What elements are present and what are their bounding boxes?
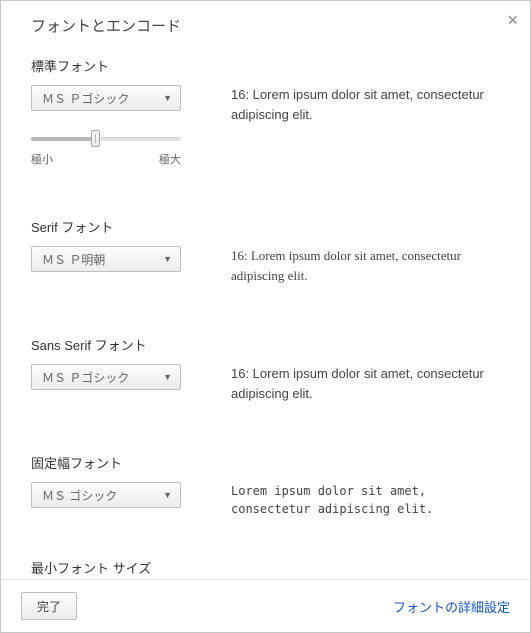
sans-serif-font-select[interactable]: ＭＳ Ｐゴシック ▼ — [31, 364, 181, 390]
standard-font-preview: 16: Lorem ipsum dolor sit amet, consecte… — [231, 85, 510, 124]
slider-thumb[interactable] — [91, 130, 100, 147]
section-row: ＭＳ Ｐゴシック ▼ 16: Lorem ipsum dolor sit ame… — [31, 364, 510, 403]
chevron-down-icon: ▼ — [163, 372, 172, 382]
dialog-header: フォントとエンコード × — [1, 1, 530, 46]
serif-font-select[interactable]: ＭＳ Ｐ明朝 ▼ — [31, 246, 181, 272]
section-title: Sans Serif フォント — [31, 335, 510, 354]
col-left: ＭＳ Ｐ明朝 ▼ — [31, 246, 201, 272]
section-title: Serif フォント — [31, 217, 510, 236]
section-sans-serif-font: Sans Serif フォント ＭＳ Ｐゴシック ▼ 16: Lorem ips… — [31, 335, 510, 403]
dialog-title: フォントとエンコード — [31, 15, 510, 36]
section-minimum-font-size-cutoff: 最小フォント サイズ — [31, 558, 510, 577]
select-value: ＭＳ Ｐゴシック — [42, 369, 129, 386]
select-value: ＭＳ ゴシック — [42, 487, 117, 504]
content-wrap: 標準フォント ＭＳ Ｐゴシック ▼ — [1, 46, 530, 579]
section-title: 標準フォント — [31, 56, 510, 75]
sans-serif-font-preview: 16: Lorem ipsum dolor sit amet, consecte… — [231, 364, 510, 403]
font-size-slider-wrap: 極小 極大 — [31, 129, 181, 167]
section-fixed-width-font: 固定幅フォント ＭＳ ゴシック ▼ Lorem ipsum dolor sit … — [31, 453, 510, 518]
section-row: ＭＳ ゴシック ▼ Lorem ipsum dolor sit amet, co… — [31, 482, 510, 518]
font-settings-dialog: フォントとエンコード × 標準フォント ＭＳ Ｐゴシック ▼ — [0, 0, 531, 633]
section-standard-font: 標準フォント ＭＳ Ｐゴシック ▼ — [31, 56, 510, 167]
section-serif-font: Serif フォント ＭＳ Ｐ明朝 ▼ 16: Lorem ipsum dolo… — [31, 217, 510, 285]
slider-min-label: 極小 — [31, 151, 53, 167]
standard-font-select[interactable]: ＭＳ Ｐゴシック ▼ — [31, 85, 181, 111]
dialog-content[interactable]: 標準フォント ＭＳ Ｐゴシック ▼ — [1, 46, 530, 579]
dialog-footer: 完了 フォントの詳細設定 — [1, 579, 530, 632]
fixed-width-font-preview: Lorem ipsum dolor sit amet, consectetur … — [231, 482, 510, 518]
select-value: ＭＳ Ｐ明朝 — [42, 251, 105, 268]
section-row: ＭＳ Ｐ明朝 ▼ 16: Lorem ipsum dolor sit amet,… — [31, 246, 510, 285]
chevron-down-icon: ▼ — [163, 490, 172, 500]
font-size-slider[interactable] — [31, 129, 181, 147]
col-left: ＭＳ ゴシック ▼ — [31, 482, 201, 508]
section-row: ＭＳ Ｐゴシック ▼ 極小 極大 — [31, 85, 510, 167]
chevron-down-icon: ▼ — [163, 254, 172, 264]
done-button[interactable]: 完了 — [21, 592, 77, 620]
fixed-width-font-select[interactable]: ＭＳ ゴシック ▼ — [31, 482, 181, 508]
slider-max-label: 極大 — [159, 151, 181, 167]
col-left: ＭＳ Ｐゴシック ▼ 極小 極大 — [31, 85, 201, 167]
slider-fill — [31, 137, 94, 141]
slider-labels: 極小 極大 — [31, 151, 181, 167]
chevron-down-icon: ▼ — [163, 93, 172, 103]
advanced-font-settings-link[interactable]: フォントの詳細設定 — [393, 597, 510, 616]
serif-font-preview: 16: Lorem ipsum dolor sit amet, consecte… — [231, 246, 510, 285]
close-icon[interactable]: × — [507, 11, 518, 29]
section-title: 固定幅フォント — [31, 453, 510, 472]
col-left: ＭＳ Ｐゴシック ▼ — [31, 364, 201, 390]
select-value: ＭＳ Ｐゴシック — [42, 90, 129, 107]
